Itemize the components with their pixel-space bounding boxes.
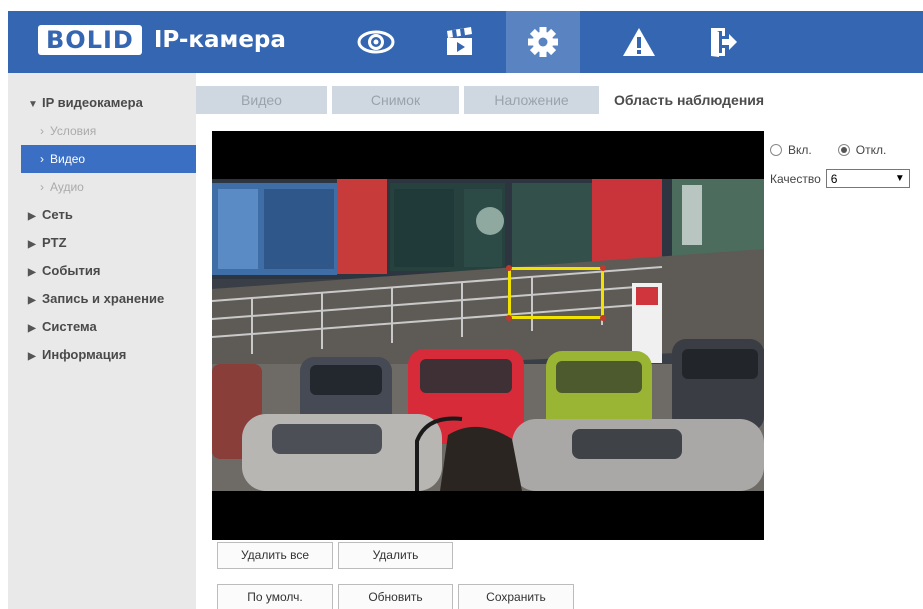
- roi-handle-top-right[interactable]: [600, 265, 606, 271]
- nav-alarm-button[interactable]: [608, 11, 670, 73]
- nav-logout-button[interactable]: [692, 11, 754, 73]
- exit-icon: [711, 28, 737, 57]
- enable-radio-group: Вкл. Откл.: [770, 140, 923, 160]
- chevron-down-icon: ▼: [894, 173, 905, 184]
- triangle-right-icon: ▶: [28, 295, 36, 306]
- refresh-button[interactable]: Обновить: [338, 584, 453, 609]
- logo-brand: BOLID: [38, 25, 142, 55]
- quality-select[interactable]: 6 ▼: [825, 169, 910, 188]
- sidebar-item-events[interactable]: ▶ События: [8, 257, 196, 285]
- nav-live-view-button[interactable]: [345, 11, 407, 73]
- triangle-right-icon: ▶: [28, 239, 36, 250]
- chevron-right-icon: ›: [40, 124, 44, 138]
- radio-on[interactable]: [770, 144, 782, 156]
- gear-icon: [528, 27, 558, 57]
- nav-settings-button[interactable]: [506, 11, 580, 73]
- roi-handle-top-left[interactable]: [506, 265, 512, 271]
- tab-snapshot[interactable]: Снимок: [332, 86, 459, 114]
- default-button[interactable]: По умолч.: [217, 584, 333, 609]
- chevron-right-icon: ›: [40, 180, 44, 194]
- delete-all-button[interactable]: Удалить все: [217, 542, 333, 569]
- triangle-right-icon: ▶: [28, 323, 36, 334]
- sidebar-item-network[interactable]: ▶ Сеть: [8, 201, 196, 229]
- quality-label: Качество: [770, 171, 821, 186]
- roi-handle-bottom-left[interactable]: [506, 315, 512, 321]
- roi-controls: Вкл. Откл. Качество 6 ▼: [770, 140, 923, 188]
- triangle-down-icon: ▼: [28, 99, 38, 110]
- warning-icon: [623, 28, 655, 56]
- delete-button[interactable]: Удалить: [338, 542, 453, 569]
- brand-logo: BOLID IP-камера: [38, 23, 286, 57]
- nav-playback-button[interactable]: [429, 11, 491, 73]
- tab-roi[interactable]: Область наблюдения: [604, 86, 774, 114]
- radio-off-label: Откл.: [855, 143, 887, 157]
- eye-icon: [357, 30, 395, 54]
- camera-scene-image: [212, 179, 764, 491]
- tab-overlay[interactable]: Наложение: [464, 86, 599, 114]
- observation-area-box[interactable]: [506, 265, 606, 321]
- triangle-right-icon: ▶: [28, 351, 36, 362]
- quality-value: 6: [830, 171, 838, 186]
- roi-handle-bottom-right[interactable]: [600, 315, 606, 321]
- sidebar: ▼ IP видеокамера › Условия › Видео › Аудио ▶…: [8, 73, 196, 609]
- sidebar-item-system[interactable]: ▶ Система: [8, 313, 196, 341]
- radio-off[interactable]: [837, 144, 850, 156]
- sidebar-item-ip-camera[interactable]: ▼ IP видеокамера: [8, 89, 196, 117]
- sidebar-subitem-audio[interactable]: › Аудио: [8, 173, 196, 201]
- save-button[interactable]: Сохранить: [458, 584, 574, 609]
- sidebar-item-info[interactable]: ▶ Информация: [8, 341, 196, 369]
- logo-product: IP-камера: [153, 27, 286, 53]
- radio-on-label: Вкл.: [788, 143, 812, 157]
- video-preview[interactable]: [212, 131, 764, 540]
- triangle-right-icon: ▶: [28, 267, 36, 278]
- triangle-right-icon: ▶: [28, 211, 36, 222]
- sidebar-subitem-video[interactable]: › Видео: [21, 145, 196, 173]
- sidebar-item-recording[interactable]: ▶ Запись и хранение: [8, 285, 196, 313]
- sidebar-subitem-conditions[interactable]: › Условия: [8, 117, 196, 145]
- clapperboard-icon: [447, 27, 472, 55]
- chevron-right-icon: ›: [40, 152, 44, 166]
- tab-bar: Видео Снимок Наложение Область наблюдени…: [196, 86, 779, 114]
- tab-video[interactable]: Видео: [196, 86, 327, 114]
- top-header: BOLID IP-камера: [8, 11, 923, 73]
- sidebar-item-ptz[interactable]: ▶ PTZ: [8, 229, 196, 257]
